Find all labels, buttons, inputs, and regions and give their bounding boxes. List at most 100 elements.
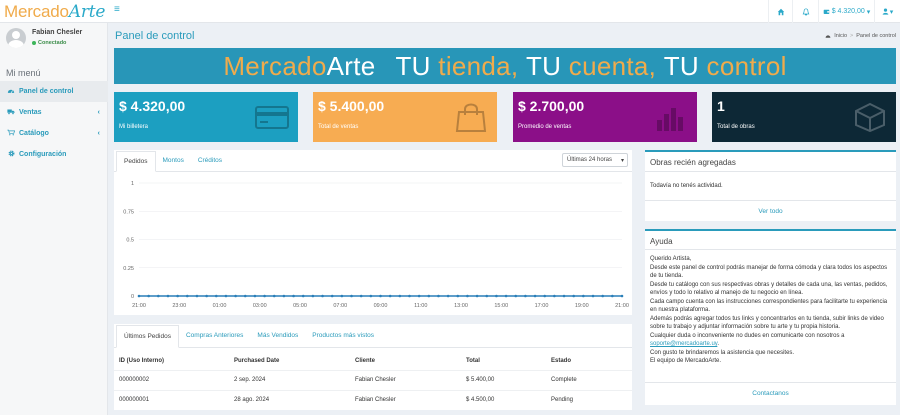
chevron-down-icon: ▾ xyxy=(620,157,624,164)
data-point xyxy=(282,294,286,298)
banner-word: tienda, xyxy=(438,50,519,81)
shopping-bag-icon xyxy=(455,103,487,132)
view-all-link[interactable]: Ver todo xyxy=(645,208,896,215)
user-name: Fabian Chesler xyxy=(32,29,83,36)
cart-icon xyxy=(7,129,16,138)
data-point xyxy=(359,294,363,298)
data-point xyxy=(147,294,150,298)
data-point xyxy=(292,294,295,298)
banner-brand-1: Mercado xyxy=(223,50,327,81)
data-point xyxy=(417,294,421,298)
x-tick-label: 15:00 xyxy=(494,303,508,309)
page-title: Panel de control xyxy=(115,30,195,42)
x-tick-label: 21:00 xyxy=(615,303,629,309)
table-row[interactable]: 000000002 2 sep. 2024 Fabian Chesler $ 5… xyxy=(114,370,632,390)
top-nav: $ 4.320,00 ▾ ▾ xyxy=(768,0,900,23)
column-header[interactable]: Cliente xyxy=(355,358,375,364)
card-amount: $ 4.320,00 xyxy=(119,98,186,114)
y-tick-label: 0.25 xyxy=(123,266,134,272)
breadcrumb-current: Panel de control xyxy=(856,33,896,39)
data-point xyxy=(243,294,247,298)
data-point xyxy=(224,294,228,298)
data-point xyxy=(611,294,614,298)
data-point xyxy=(456,294,460,298)
tab-productos-mas-vistos[interactable]: Productos más vistos xyxy=(305,324,381,347)
balance-dropdown[interactable]: $ 4.320,00 ▾ xyxy=(818,0,874,23)
data-point xyxy=(601,294,604,298)
sidebar-item-ventas[interactable]: Ventas ‹ xyxy=(0,102,108,123)
data-point xyxy=(253,294,257,298)
bell-icon[interactable] xyxy=(792,0,818,23)
credit-card-icon xyxy=(255,106,289,129)
user-menu[interactable]: ▾ xyxy=(874,0,900,23)
dashboard-icon xyxy=(825,35,831,38)
breadcrumb-home[interactable]: Inicio xyxy=(834,33,847,39)
tab-montos[interactable]: Montos xyxy=(156,150,191,171)
time-range-value: Últimas 24 horas xyxy=(567,157,613,163)
help-text: Querido Artista, Desde este panel de con… xyxy=(650,255,890,366)
banner-word: TU xyxy=(395,50,431,81)
card-label: Total de obras xyxy=(717,124,755,130)
truck-icon xyxy=(7,108,15,117)
data-point xyxy=(176,294,179,298)
data-point xyxy=(195,294,199,298)
sidebar-item-configuracion[interactable]: Configuración xyxy=(0,144,108,165)
help-line: El equipo de MercadoArte. xyxy=(650,358,722,364)
column-header[interactable]: Purchased Date xyxy=(234,358,279,364)
card-amount: 1 xyxy=(717,98,725,114)
wallet-icon xyxy=(823,9,829,14)
caret-down-icon: ▾ xyxy=(866,8,871,16)
data-point xyxy=(620,294,624,298)
tab-ultimos-pedidos[interactable]: Últimos Pedidos xyxy=(116,325,179,348)
tab-compras-anteriores[interactable]: Compras Anteriores xyxy=(179,324,250,347)
table-row[interactable]: 000000001 28 ago. 2024 Fabian Chesler $ … xyxy=(114,390,632,410)
cube-icon xyxy=(855,102,885,132)
order-id: 000000001 xyxy=(119,397,150,403)
x-tick-label: 17:00 xyxy=(535,303,549,309)
order-id: 000000002 xyxy=(119,377,150,383)
orders-line-chart: 1 0.75 0.5 0.25 0 21:00 23:00 01:00 03:00 05:00 07… xyxy=(123,181,629,309)
time-range-select[interactable]: Últimas 24 horas ▾ xyxy=(562,153,628,167)
help-line: Cada campo cuenta con las instrucciones … xyxy=(650,298,888,314)
data-point xyxy=(379,294,382,298)
card-amount: $ 2.700,00 xyxy=(518,98,585,114)
card-label: Promedio de ventas xyxy=(518,124,572,130)
tab-creditos[interactable]: Créditos xyxy=(191,150,229,171)
order-client: Fabian Chesler xyxy=(355,377,396,383)
contact-link[interactable]: Contactanos xyxy=(645,390,896,397)
column-header[interactable]: Estado xyxy=(551,358,571,364)
data-point xyxy=(157,294,160,298)
x-tick-label: 09:00 xyxy=(374,303,388,309)
column-header[interactable]: Total xyxy=(466,358,480,364)
help-line: Desde este panel de control podrás manej… xyxy=(650,264,888,280)
column-header[interactable]: ID (Uso Interno) xyxy=(119,358,164,364)
order-date: 28 ago. 2024 xyxy=(234,397,270,403)
sidebar-item-catalogo[interactable]: Catálogo ‹ xyxy=(0,123,108,144)
data-point xyxy=(186,294,189,298)
help-title: Ayuda xyxy=(650,237,673,246)
data-point xyxy=(524,294,527,298)
user-status: Conectado xyxy=(32,40,66,46)
data-point xyxy=(553,294,556,298)
logo[interactable]: Mercado Arte xyxy=(0,0,108,23)
help-line: Cualquier duda o inconveniente no dudes … xyxy=(650,332,845,339)
avatar xyxy=(6,28,26,48)
recent-works-empty: Todavía no tenés actividad. xyxy=(650,183,723,189)
menu-heading: Mi menú xyxy=(6,68,41,78)
sidebar-item-label: Configuración xyxy=(19,151,67,158)
order-status: Complete xyxy=(551,377,577,383)
tab-pedidos[interactable]: Pedidos xyxy=(116,151,156,172)
chevron-left-icon: ‹ xyxy=(97,109,100,116)
y-tick-label: 0.75 xyxy=(123,209,134,215)
banner-word: TU xyxy=(663,50,699,81)
tab-mas-vendidos[interactable]: Más Vendidos xyxy=(250,324,305,347)
home-icon[interactable] xyxy=(768,0,792,23)
data-point xyxy=(495,294,498,298)
order-status: Pending xyxy=(551,397,574,403)
support-email-link[interactable]: soporte@mercadoarte.uy xyxy=(650,341,717,347)
data-point xyxy=(205,294,208,298)
data-point xyxy=(166,294,170,298)
hamburger-menu-icon[interactable]: ≡ xyxy=(114,5,124,15)
sidebar-item-panel-de-control[interactable]: Panel de control xyxy=(0,81,108,102)
sidebar-item-label: Ventas xyxy=(19,109,42,116)
